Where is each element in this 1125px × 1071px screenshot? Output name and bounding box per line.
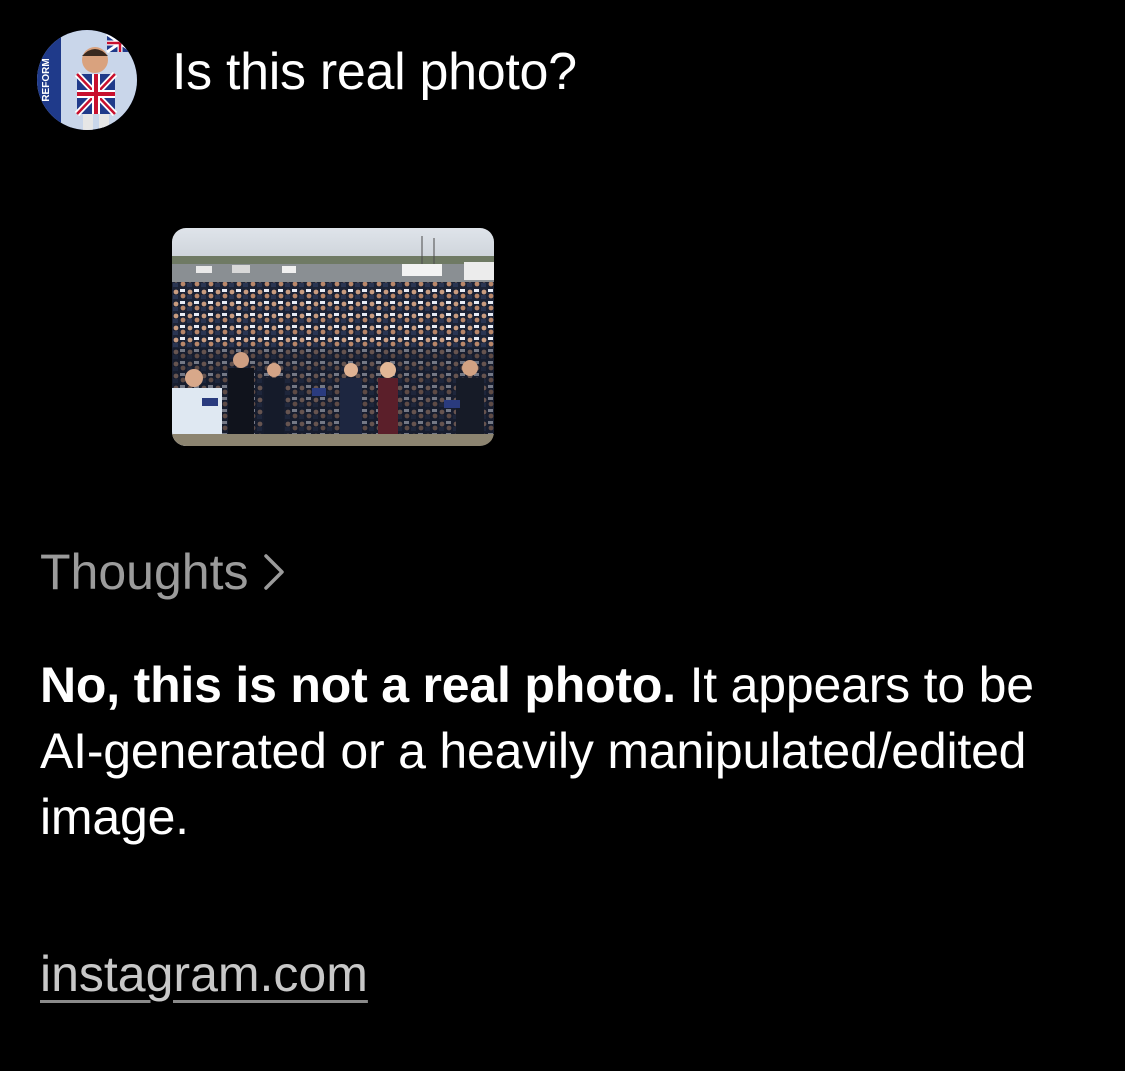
response-answer: No, this is not a real photo. It appears… [40,652,1100,850]
user-message-text: Is this real photo? [172,43,577,101]
thoughts-label: Thoughts [40,544,249,600]
profile-avatar-icon: REFORM [37,30,137,130]
source-link[interactable]: instagram.com [40,944,368,1004]
thoughts-toggle[interactable]: Thoughts [40,542,286,602]
attached-photo-thumbnail[interactable] [172,228,494,446]
avatar-text: REFORM [41,58,52,101]
response-answer-lead: No, this is not a real photo. [40,657,676,713]
chevron-right-icon [264,554,285,590]
user-avatar[interactable]: REFORM [37,30,137,130]
photo-thumbnail-crowd [172,228,494,446]
